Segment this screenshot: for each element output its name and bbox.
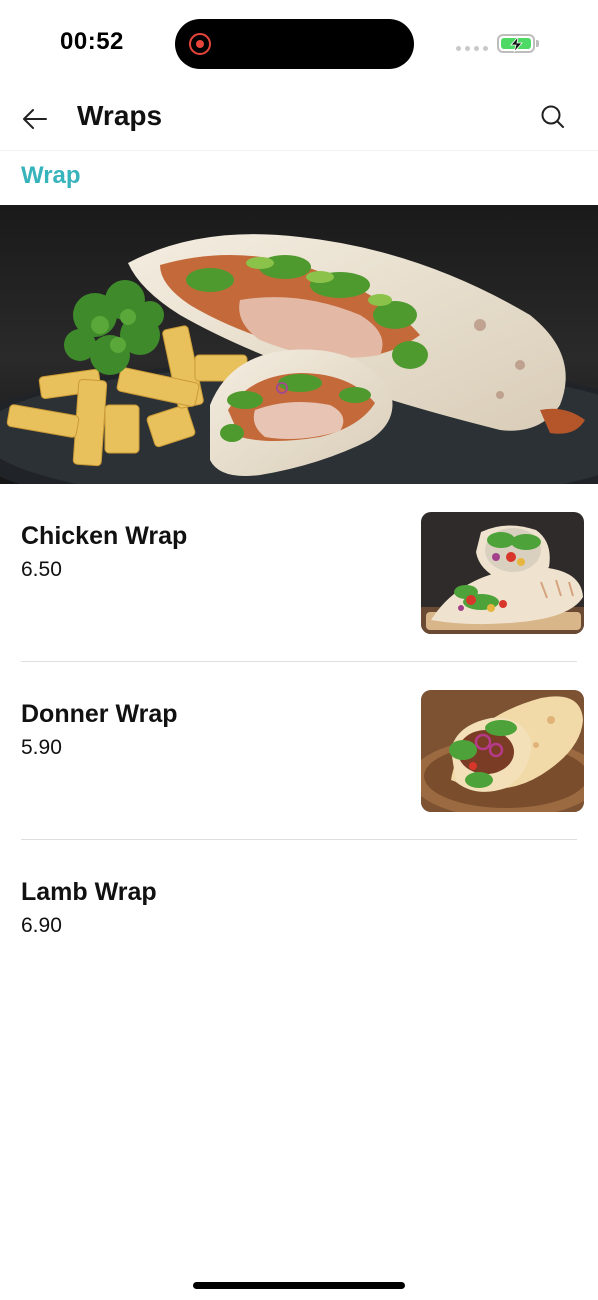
item-image	[421, 512, 584, 634]
battery-charging-icon	[497, 34, 535, 53]
item-price: 6.90	[21, 914, 62, 937]
home-indicator[interactable]	[193, 1282, 405, 1289]
dynamic-island	[175, 19, 414, 69]
item-name: Donner Wrap	[21, 700, 178, 728]
item-price: 6.50	[21, 558, 62, 581]
menu-item-chicken-wrap[interactable]: Chicken Wrap 6.50	[0, 484, 598, 662]
item-image	[421, 690, 584, 812]
status-time: 00:52	[60, 28, 124, 55]
app-header: Wraps	[0, 90, 598, 151]
category-hero-image	[0, 205, 598, 484]
item-name: Lamb Wrap	[21, 878, 157, 906]
back-arrow-icon	[23, 109, 47, 129]
menu-item-lamb-wrap[interactable]: Lamb Wrap 6.90	[0, 840, 598, 1018]
search-icon	[541, 105, 564, 128]
category-title: Wrap	[21, 162, 81, 189]
page-title: Wraps	[77, 100, 163, 131]
item-price: 5.90	[21, 736, 62, 759]
menu-item-donner-wrap[interactable]: Donner Wrap 5.90	[0, 662, 598, 840]
search-button[interactable]	[538, 102, 568, 132]
status-bar: 00:52	[0, 0, 598, 90]
screen-recording-icon	[189, 33, 211, 55]
back-button[interactable]	[18, 102, 52, 136]
cellular-signal-icon	[456, 46, 488, 51]
item-name: Chicken Wrap	[21, 522, 188, 550]
battery-tip	[536, 40, 539, 47]
